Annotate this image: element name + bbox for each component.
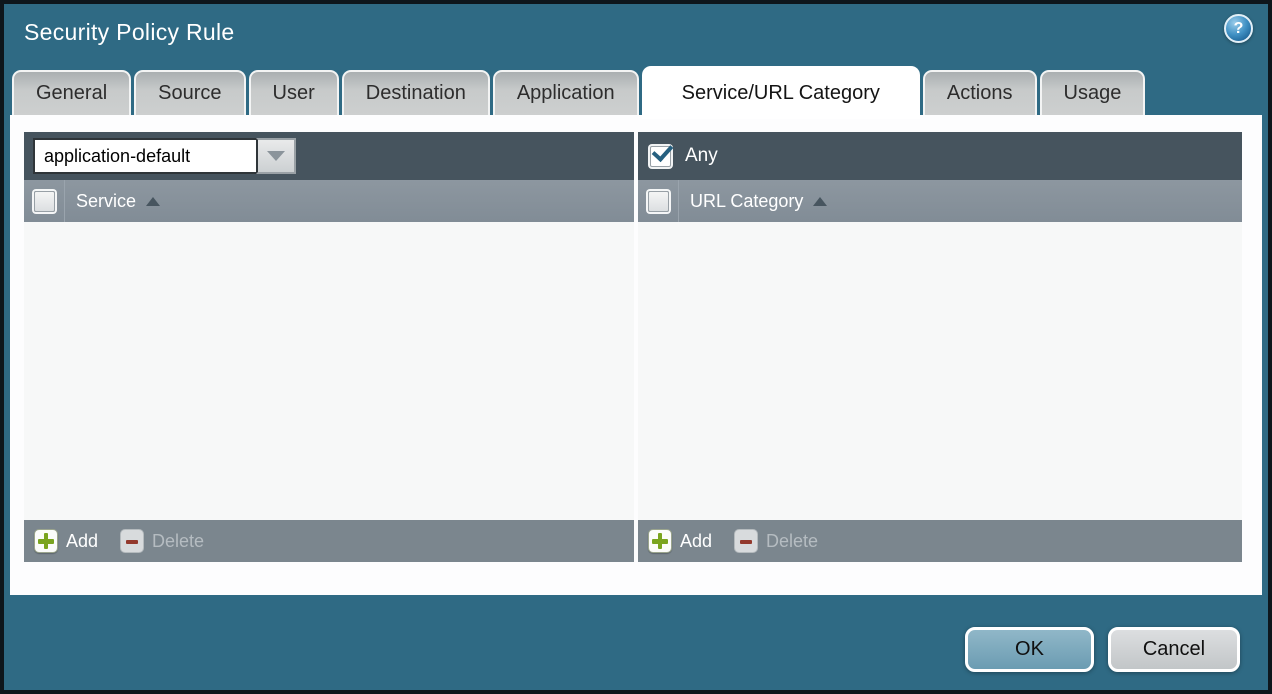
- help-icon[interactable]: ?: [1224, 14, 1253, 43]
- tab-general[interactable]: General: [12, 70, 131, 115]
- service-column-header[interactable]: Service: [65, 180, 160, 222]
- service-select-all-checkbox[interactable]: [34, 191, 55, 212]
- tab-actions[interactable]: Actions: [923, 70, 1037, 115]
- tab-source[interactable]: Source: [134, 70, 245, 115]
- url-category-select-all-checkbox[interactable]: [648, 191, 669, 212]
- service-table-body: [24, 222, 634, 520]
- cancel-button[interactable]: Cancel: [1108, 627, 1240, 672]
- url-category-delete-label: Delete: [766, 531, 818, 552]
- url-category-delete-button[interactable]: Delete: [734, 529, 818, 553]
- plus-icon: [648, 529, 672, 553]
- service-type-dropdown-value[interactable]: application-default: [33, 138, 258, 174]
- service-type-dropdown-button[interactable]: [256, 138, 296, 174]
- url-category-select-all-cell: [638, 180, 679, 222]
- tab-bar: General Source User Destination Applicat…: [12, 66, 1145, 115]
- url-category-table-body: [638, 222, 1242, 520]
- sort-ascending-icon: [146, 197, 160, 206]
- service-type-dropdown[interactable]: application-default: [33, 138, 296, 174]
- url-category-column-label: URL Category: [690, 191, 803, 212]
- service-delete-button[interactable]: Delete: [120, 529, 204, 553]
- service-add-label: Add: [66, 531, 98, 552]
- tab-content: application-default Service: [10, 115, 1262, 595]
- url-category-add-button[interactable]: Add: [648, 529, 712, 553]
- service-add-button[interactable]: Add: [34, 529, 98, 553]
- tab-application[interactable]: Application: [493, 70, 639, 115]
- tab-destination[interactable]: Destination: [342, 70, 490, 115]
- dialog-title: Security Policy Rule: [24, 19, 235, 46]
- url-category-panel: Any URL Category Add: [638, 132, 1242, 562]
- sort-ascending-icon: [813, 197, 827, 206]
- minus-icon: [120, 529, 144, 553]
- service-delete-label: Delete: [152, 531, 204, 552]
- url-category-table-header: URL Category: [638, 180, 1242, 222]
- chevron-down-icon: [267, 151, 285, 161]
- service-column-label: Service: [76, 191, 136, 212]
- ok-button[interactable]: OK: [965, 627, 1094, 672]
- service-table-header: Service: [24, 180, 634, 222]
- url-category-table-footer: Add Delete: [638, 520, 1242, 562]
- service-panel: application-default Service: [24, 132, 634, 562]
- service-type-bar: application-default: [24, 132, 634, 180]
- plus-icon: [34, 529, 58, 553]
- service-table-footer: Add Delete: [24, 520, 634, 562]
- tab-user[interactable]: User: [249, 70, 339, 115]
- tab-usage[interactable]: Usage: [1040, 70, 1146, 115]
- any-checkbox[interactable]: [650, 146, 671, 167]
- minus-icon: [734, 529, 758, 553]
- any-label: Any: [685, 145, 718, 167]
- url-category-add-label: Add: [680, 531, 712, 552]
- url-category-column-header[interactable]: URL Category: [679, 180, 827, 222]
- url-category-any-bar: Any: [638, 132, 1242, 180]
- service-select-all-cell: [24, 180, 65, 222]
- tab-service-url-category[interactable]: Service/URL Category: [642, 66, 920, 119]
- dialog-button-row: OK Cancel: [965, 627, 1240, 672]
- security-policy-rule-dialog: Security Policy Rule ? General Source Us…: [0, 0, 1272, 694]
